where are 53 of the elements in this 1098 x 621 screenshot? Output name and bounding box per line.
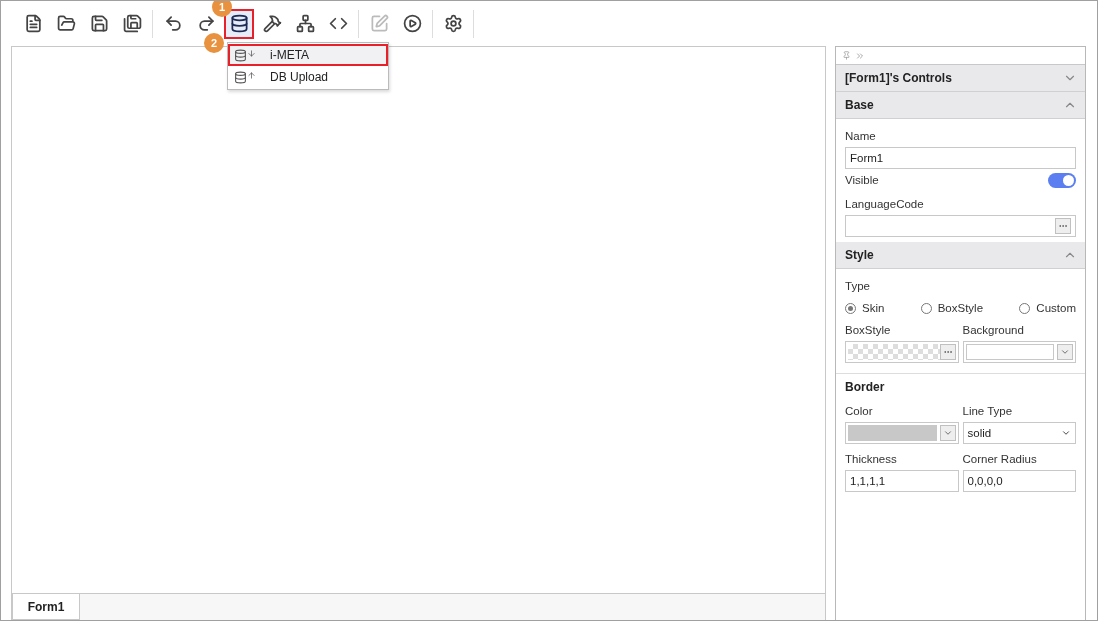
field-label: Type <box>845 279 871 294</box>
field-label: Visible <box>845 173 879 188</box>
form-tab[interactable]: Form1 <box>12 594 80 620</box>
database-download-icon <box>234 48 256 62</box>
toggle-switch[interactable] <box>1048 172 1076 188</box>
thickness-field[interactable]: 1,1,1,1 <box>845 470 959 492</box>
document-icon <box>23 14 43 33</box>
radio-label: BoxStyle <box>937 301 984 316</box>
save-all-icon <box>122 14 142 33</box>
field-label: Thickness <box>845 452 898 467</box>
section-header[interactable]: Base <box>836 92 1085 119</box>
field-label: Background <box>962 323 1025 338</box>
more-button[interactable] <box>1055 218 1071 234</box>
section-header[interactable]: Style <box>836 242 1085 269</box>
more-button[interactable] <box>939 344 956 360</box>
language-code-field[interactable] <box>845 215 1076 237</box>
dropdown-icon <box>942 428 953 438</box>
toolbar-button[interactable] <box>224 8 254 39</box>
radio-label: Custom <box>1036 301 1076 316</box>
field-label: BoxStyle <box>845 323 892 338</box>
dropdown-icon <box>1061 428 1071 438</box>
field-label: LanguageCode <box>845 197 925 212</box>
boxstyle-field[interactable] <box>845 341 959 363</box>
hierarchy-icon <box>295 14 315 33</box>
menu-item[interactable]: DB Upload <box>228 66 388 88</box>
group-title: Border <box>845 379 886 396</box>
pin-icon[interactable] <box>842 51 851 60</box>
field-label: Line Type <box>962 404 1014 419</box>
line-type-select[interactable]: solid <box>962 422 1076 444</box>
redo-icon <box>196 14 216 33</box>
corner-radius-field[interactable]: 0,0,0,0 <box>962 470 1076 492</box>
dropdown-icon <box>1060 347 1070 357</box>
undo-icon <box>163 14 183 33</box>
play-icon <box>402 14 422 33</box>
step-badge: 1 <box>212 1 232 17</box>
save-icon <box>89 14 109 33</box>
section-title: Style <box>845 248 874 262</box>
field-label: Corner Radius <box>962 452 1038 467</box>
section-header[interactable]: [Form1]'s Controls <box>836 65 1085 92</box>
name-field[interactable]: Form1 <box>845 147 1076 169</box>
folder-icon <box>56 14 76 33</box>
radio-label: Skin <box>862 301 885 316</box>
section-title: [Form1]'s Controls <box>845 71 952 85</box>
field-label: Name <box>845 129 877 144</box>
settings-icon <box>443 14 463 33</box>
database-upload-icon <box>234 70 256 84</box>
field-label: Color <box>845 404 874 419</box>
section-title: Base <box>845 98 874 112</box>
step-badge: 2 <box>204 33 224 53</box>
edit-icon <box>369 14 389 33</box>
hammer-icon <box>262 14 282 33</box>
database-icon <box>229 14 249 33</box>
color-select[interactable] <box>845 422 959 444</box>
